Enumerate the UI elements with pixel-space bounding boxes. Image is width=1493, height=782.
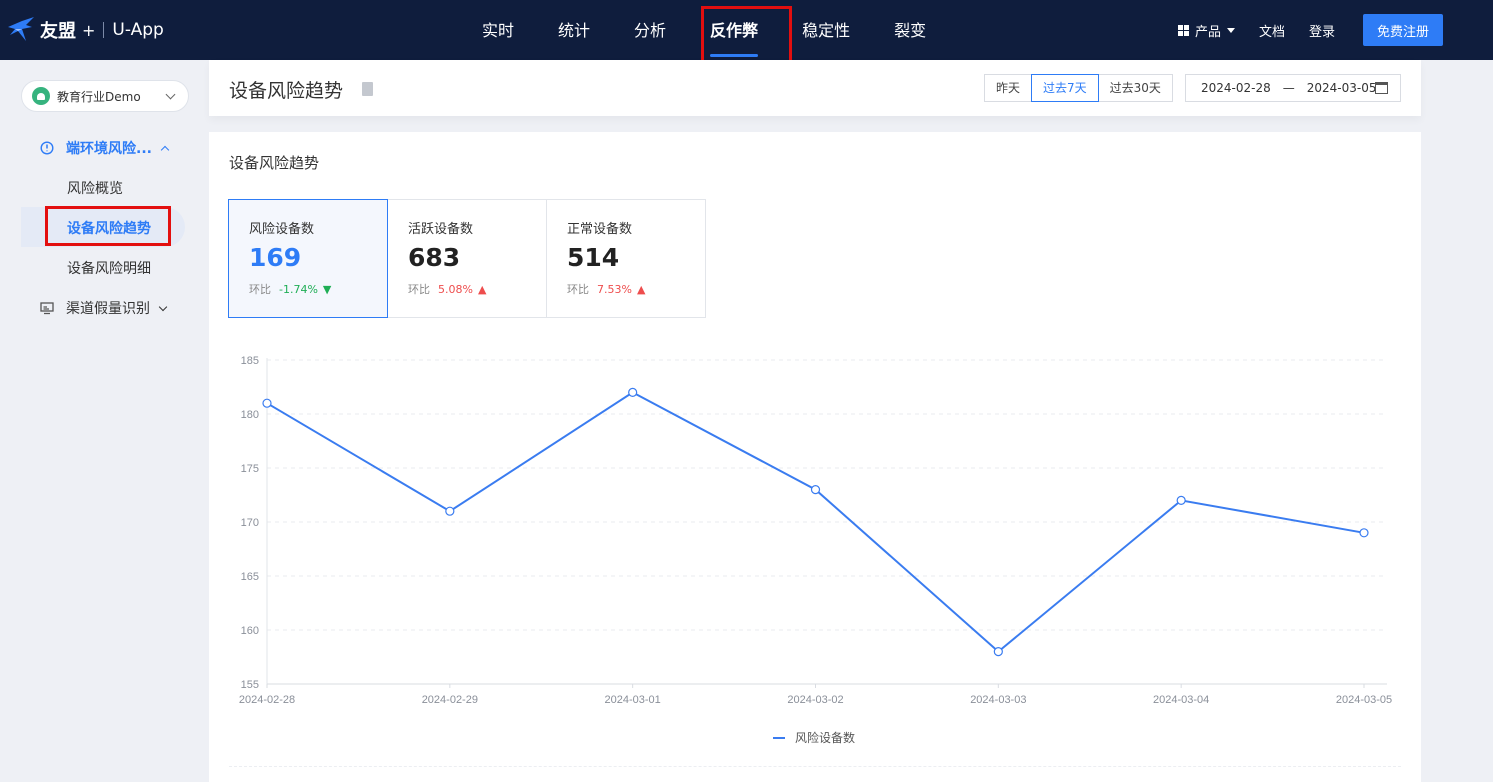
sidebar-group-label: 端环境风险... — [66, 141, 152, 157]
kpi-change-label: 环比 — [408, 283, 430, 296]
kpi-normal-devices[interactable]: 正常设备数 514 环比 7.53% ▲ — [546, 199, 706, 318]
umeng-bird-icon — [8, 17, 34, 41]
highlight-box-nav — [701, 6, 792, 68]
series-line — [266, 391, 1365, 653]
calendar-icon — [1375, 82, 1388, 94]
kpi-change: 环比 5.08% ▲ — [408, 281, 546, 297]
kpi-change-value: -1.74% — [279, 282, 318, 296]
legend-label: 风险设备数 — [795, 731, 856, 745]
grid-icon — [1177, 24, 1189, 36]
x-tick-label: 2024-03-05 — [1336, 694, 1392, 706]
sidebar-group-label: 渠道假量识别 — [66, 301, 150, 317]
arrow-down-icon: ▼ — [322, 282, 332, 296]
free-register-button[interactable]: 免费注册 — [1363, 14, 1443, 46]
app-selector-dropdown[interactable]: 教育行业Demo — [21, 80, 189, 112]
kpi-label: 风险设备数 — [249, 222, 315, 237]
y-tick-label: 155 — [241, 679, 259, 691]
range-30days-button[interactable]: 过去30天 — [1097, 74, 1173, 102]
card-title: 设备风险趋势 — [229, 154, 320, 172]
arrow-up-icon: ▲ — [636, 282, 646, 296]
y-tick-label: 185 — [241, 355, 259, 367]
nav-tab-stability[interactable]: 稳定性 — [780, 0, 872, 60]
nav-tab-statistics[interactable]: 统计 — [536, 0, 612, 60]
kpi-tabs: 风险设备数 169 环比 -1.74% ▼ 活跃设备数 683 环比 5.08%… — [228, 199, 706, 318]
kpi-value: 683 — [408, 243, 461, 272]
kpi-change-label: 环比 — [567, 283, 589, 296]
kpi-value: 514 — [567, 243, 620, 272]
nav-tab-fission[interactable]: 裂变 — [872, 0, 948, 60]
umeng-logo[interactable]: 友盟 + U-App — [6, 14, 164, 46]
android-icon — [32, 87, 50, 105]
brand-plus: + — [82, 20, 96, 40]
kpi-change-value: 5.08% — [438, 282, 473, 296]
kpi-label: 正常设备数 — [567, 222, 633, 237]
kpi-risk-devices[interactable]: 风险设备数 169 环比 -1.74% ▼ — [228, 199, 388, 318]
kpi-change: 环比 -1.74% ▼ — [249, 281, 387, 297]
page-header: 设备风险趋势 昨天 过去7天 过去30天 2024-02-28 — 2024-0… — [209, 60, 1421, 116]
risk-trend-line-chart: 155 160 165 170 175 180 185 2024-02-28 2024-02-2… — [239, 355, 1392, 706]
product-name: U-App — [112, 20, 164, 40]
x-tick-label: 2024-02-28 — [239, 694, 295, 706]
data-point — [993, 647, 1003, 657]
range-7days-button[interactable]: 过去7天 — [1031, 74, 1099, 102]
risk-shield-icon — [40, 141, 54, 155]
date-end: 2024-03-05 — [1306, 81, 1377, 95]
kpi-change-value: 7.53% — [597, 282, 632, 296]
login-link[interactable]: 登录 — [1309, 21, 1335, 40]
products-menu[interactable]: 产品 — [1177, 21, 1235, 40]
x-tick-label: 2024-03-01 — [605, 694, 661, 706]
x-tick-label: 2024-03-03 — [970, 694, 1026, 706]
chart-legend-item[interactable]: 风险设备数 — [773, 729, 855, 746]
kpi-label: 活跃设备数 — [408, 222, 474, 237]
x-tick-label: 2024-03-02 — [787, 694, 843, 706]
sidebar-item-risk-overview[interactable]: 风险概览 — [67, 178, 123, 198]
x-tick-label: 2024-02-29 — [422, 694, 478, 706]
sidebar-group-env-risk[interactable]: 端环境风险... — [40, 138, 170, 158]
kpi-change: 环比 7.53% ▲ — [567, 281, 705, 297]
legend-line-marker — [773, 736, 785, 739]
kpi-change-label: 环比 — [249, 283, 271, 296]
date-separator: — — [1282, 81, 1295, 95]
docs-link[interactable]: 文档 — [1259, 21, 1285, 40]
y-tick-label: 175 — [241, 463, 259, 475]
page-title: 设备风险趋势 — [229, 80, 344, 102]
bookmark-icon[interactable] — [362, 82, 373, 96]
date-start: 2024-02-28 — [1201, 81, 1271, 95]
chevron-down-icon — [158, 302, 168, 311]
range-yesterday-button[interactable]: 昨天 — [984, 74, 1033, 102]
caret-down-icon — [1226, 27, 1235, 33]
highlight-box-sidebar — [45, 206, 171, 246]
monitor-icon — [40, 302, 54, 315]
y-tick-label: 160 — [241, 625, 259, 637]
arrow-up-icon: ▲ — [477, 282, 487, 296]
data-point — [445, 506, 455, 516]
date-range-picker[interactable]: 2024-02-28 — 2024-03-05 — [1185, 74, 1401, 102]
nav-tab-realtime[interactable]: 实时 — [460, 0, 536, 60]
nav-tab-analysis[interactable]: 分析 — [612, 0, 688, 60]
kpi-active-devices[interactable]: 活跃设备数 683 环比 5.08% ▲ — [387, 199, 547, 318]
sidebar-group-channel-fraud[interactable]: 渠道假量识别 — [40, 298, 168, 318]
app-selector-value: 教育行业Demo — [57, 89, 141, 104]
trend-card: 设备风险趋势 风险设备数 169 环比 -1.74% ▼ 活跃设备数 683 环… — [209, 132, 1421, 782]
data-point — [628, 387, 638, 398]
data-point — [810, 485, 821, 495]
chevron-down-icon — [165, 89, 176, 99]
sidebar-item-device-risk-detail[interactable]: 设备风险明细 — [67, 258, 151, 278]
sidebar: 教育行业Demo 端环境风险... 风险概览 设备风险趋势 设备风险明细 渠道假… — [0, 60, 200, 782]
data-point — [262, 398, 272, 408]
card-divider — [229, 766, 1401, 767]
kpi-value: 169 — [249, 243, 302, 272]
y-tick-label: 165 — [241, 571, 259, 583]
products-label: 产品 — [1194, 24, 1221, 40]
top-right-actions: 产品 文档 登录 免费注册 — [1154, 14, 1443, 46]
y-tick-label: 170 — [241, 517, 259, 529]
brand-divider — [103, 22, 105, 38]
x-tick-label: 2024-03-04 — [1153, 694, 1209, 706]
data-point — [1176, 495, 1186, 505]
brand-name: 友盟 — [40, 21, 76, 42]
chevron-up-icon — [160, 145, 170, 155]
date-range-selector: 昨天 过去7天 过去30天 — [984, 74, 1173, 102]
y-tick-label: 180 — [241, 409, 259, 421]
data-point — [1359, 528, 1369, 538]
